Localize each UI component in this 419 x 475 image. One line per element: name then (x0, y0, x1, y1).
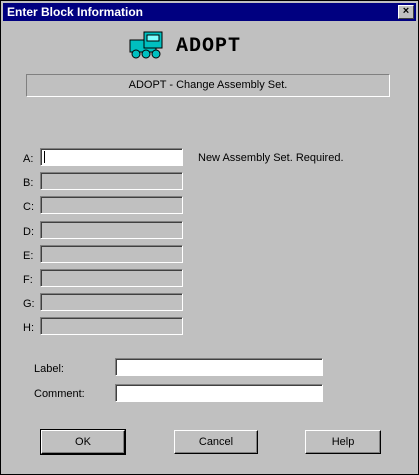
field-e-input[interactable] (40, 245, 183, 263)
field-label-h: H: (23, 322, 34, 334)
field-label-d: D: (23, 226, 34, 238)
help-button[interactable]: Help (305, 430, 381, 454)
block-icon (129, 31, 163, 59)
field-label-c: C: (23, 201, 34, 213)
field-h-input[interactable] (40, 317, 183, 335)
ok-button[interactable]: OK (40, 429, 126, 455)
label-field-input[interactable] (115, 358, 323, 376)
field-label-g: G: (23, 298, 35, 310)
close-icon: × (402, 5, 410, 17)
field-b-input[interactable] (40, 172, 183, 190)
field-a-input[interactable] (40, 148, 183, 166)
field-c-input[interactable] (40, 196, 183, 214)
field-label-e: E: (23, 250, 34, 262)
comment-field-input[interactable] (115, 384, 323, 402)
comment-field-label: Comment: (34, 388, 85, 400)
cancel-button[interactable]: Cancel (174, 430, 258, 454)
field-g-input[interactable] (40, 293, 183, 311)
field-label-a: A: (23, 153, 34, 165)
field-d-input[interactable] (40, 221, 183, 239)
block-description: ADOPT - Change Assembly Set. (26, 74, 390, 97)
field-label-b: B: (23, 177, 34, 189)
dialog-window: Enter Block Information × ADOPT ADOPT - … (0, 0, 419, 475)
field-f-input[interactable] (40, 269, 183, 287)
title-bar[interactable]: Enter Block Information × (3, 3, 416, 21)
label-field-label: Label: (34, 363, 64, 375)
text-cursor (44, 151, 45, 163)
window-title: Enter Block Information (7, 5, 144, 19)
field-label-f: F: (23, 274, 33, 286)
block-name: ADOPT (176, 35, 242, 58)
close-button[interactable]: × (398, 5, 414, 19)
field-a-hint: New Assembly Set. Required. (198, 152, 344, 164)
